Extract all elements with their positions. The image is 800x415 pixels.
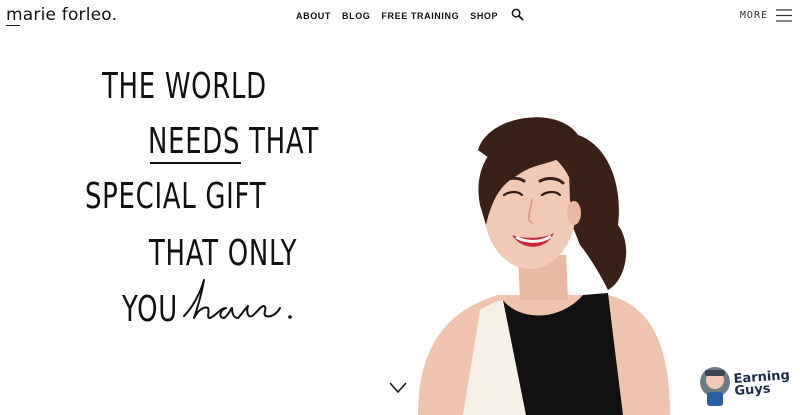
badge-line-2: Guys — [733, 381, 772, 399]
headline-line-4: THAT ONLY — [149, 233, 298, 274]
nav-shop[interactable]: SHOP — [470, 11, 498, 21]
headline-underlined-word: NEEDS — [148, 121, 241, 162]
site-header: marie forleo. ABOUT BLOG FREE TRAINING S… — [0, 0, 800, 34]
headline-line-2: NEEDS THAT — [148, 121, 319, 162]
nav-free-training[interactable]: FREE TRAINING — [381, 11, 459, 21]
site-logo[interactable]: marie forleo. — [6, 5, 117, 25]
hero-portrait-image — [418, 117, 670, 415]
more-label: MORE — [739, 10, 768, 21]
search-icon[interactable] — [511, 8, 524, 21]
main-nav: ABOUT BLOG FREE TRAINING SHOP — [296, 8, 524, 21]
headline-line-3: SPECIAL GIFT — [85, 176, 267, 217]
headline-line-1: THE WORLD — [102, 66, 267, 107]
headline-line-2-rest: THAT — [249, 121, 319, 162]
earning-guys-logo-text: Earning Guys — [733, 368, 791, 399]
headline-line-5: YOU — [122, 289, 178, 330]
logo-underline — [6, 25, 20, 26]
nav-blog[interactable]: BLOG — [342, 11, 370, 21]
more-menu-button[interactable]: MORE — [740, 9, 792, 22]
scroll-down-chevron-icon[interactable] — [389, 381, 407, 394]
headline-script-word — [183, 279, 292, 319]
hamburger-menu-icon — [776, 9, 792, 22]
nav-about[interactable]: ABOUT — [296, 11, 331, 21]
needs-underline — [150, 162, 241, 164]
